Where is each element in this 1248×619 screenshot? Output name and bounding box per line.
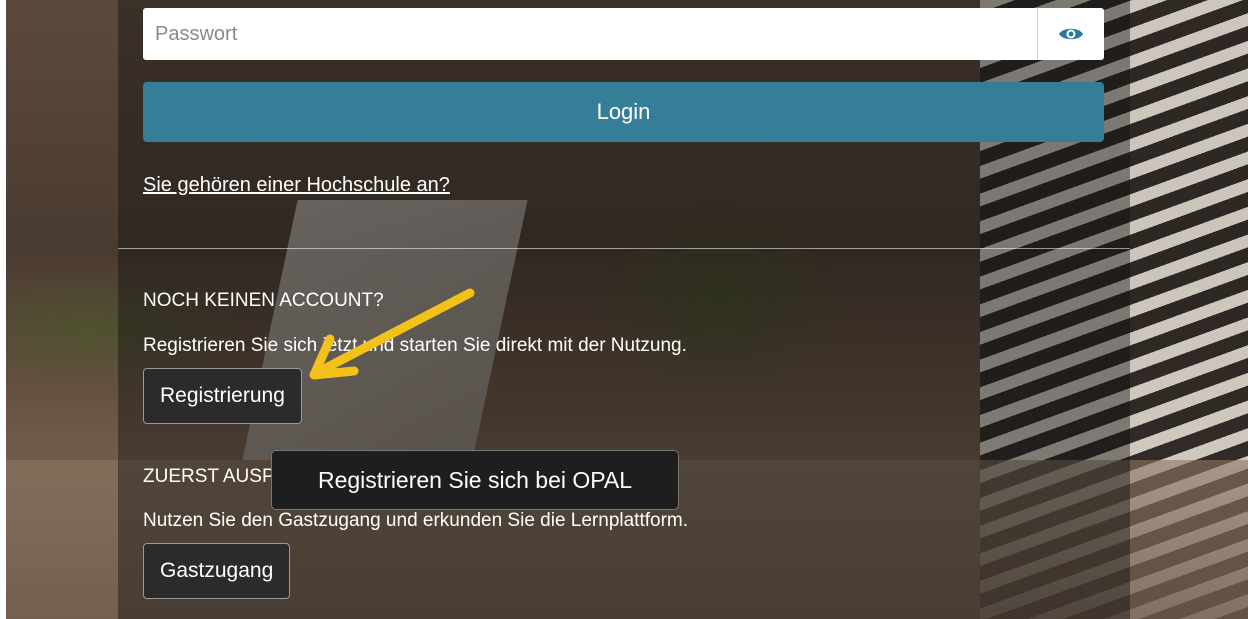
show-password-button[interactable]: [1037, 8, 1104, 60]
left-edge-strip: [0, 0, 6, 619]
eye-icon: [1059, 28, 1083, 40]
section-divider: [118, 248, 1130, 249]
annotation-arrow-icon: [309, 288, 475, 380]
hochschule-login-link[interactable]: Sie gehören einer Hochschule an?: [143, 174, 450, 197]
guest-access-button[interactable]: Gastzugang: [143, 543, 291, 599]
password-field-group: [143, 8, 1104, 60]
guest-description: Nutzen Sie den Gastzugang und erkunden S…: [143, 510, 689, 531]
registration-tooltip: Registrieren Sie sich bei OPAL: [271, 450, 679, 510]
login-button[interactable]: Login: [143, 82, 1104, 142]
password-input[interactable]: [143, 8, 1037, 60]
registration-button[interactable]: Registrierung: [143, 368, 302, 424]
